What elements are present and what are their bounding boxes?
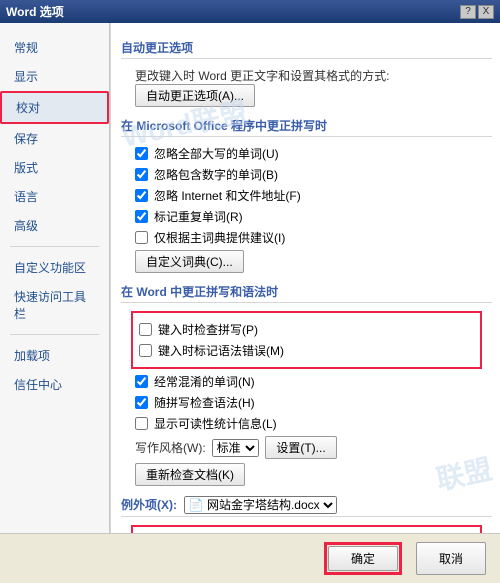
grammar-with-spelling-checkbox[interactable]: [135, 396, 148, 409]
autocorrect-desc: 更改键入时 Word 更正文字和设置其格式的方式:: [135, 67, 389, 84]
writing-style-settings-button[interactable]: 设置(T)...: [265, 436, 336, 459]
writing-style-label: 写作风格(W):: [135, 439, 206, 456]
label: 仅根据主词典提供建议(I): [154, 229, 285, 246]
label: 显示可读性统计信息(L): [154, 415, 277, 432]
section-office-spelling: 在 Microsoft Office 程序中更正拼写时: [121, 117, 492, 137]
footer: 确定 取消: [0, 533, 500, 583]
label: 键入时检查拼写(P): [158, 321, 258, 338]
recheck-document-button[interactable]: 重新检查文档(K): [135, 463, 245, 486]
close-button[interactable]: X: [478, 5, 494, 19]
content-pane: Word联盟 联盟 自动更正选项 更改键入时 Word 更正文字和设置其格式的方…: [110, 23, 500, 533]
cancel-button[interactable]: 取消: [416, 542, 486, 575]
highlight-box-exceptions: 只隐藏此文档中的拼写错误(S) 只隐藏此文档中的语法错误(D): [131, 525, 482, 533]
titlebar: Word 选项 ? X: [0, 0, 500, 23]
sidebar-item-qat[interactable]: 快速访问工具栏: [0, 282, 109, 328]
label: 忽略 Internet 和文件地址(F): [154, 187, 301, 204]
ignore-uppercase-checkbox[interactable]: [135, 147, 148, 160]
sidebar-item-trust-center[interactable]: 信任中心: [0, 370, 109, 399]
exceptions-doc-select[interactable]: 📄 网站金字塔结构.docx: [184, 496, 337, 514]
separator: [10, 246, 99, 247]
sidebar: 常规 显示 校对 保存 版式 语言 高级 自定义功能区 快速访问工具栏 加载项 …: [0, 23, 110, 533]
sidebar-item-general[interactable]: 常规: [0, 33, 109, 62]
flag-repeated-checkbox[interactable]: [135, 210, 148, 223]
main-dict-only-checkbox[interactable]: [135, 231, 148, 244]
sidebar-item-advanced[interactable]: 高级: [0, 211, 109, 240]
ignore-internet-checkbox[interactable]: [135, 189, 148, 202]
ok-button[interactable]: 确定: [328, 546, 398, 571]
sidebar-item-language[interactable]: 语言: [0, 182, 109, 211]
label: 忽略包含数字的单词(B): [154, 166, 278, 183]
custom-dictionaries-button[interactable]: 自定义词典(C)...: [135, 250, 244, 273]
writing-style-select[interactable]: 标准: [212, 439, 259, 457]
check-spelling-typing-checkbox[interactable]: [139, 323, 152, 336]
autocorrect-options-button[interactable]: 自动更正选项(A)...: [135, 84, 255, 107]
ignore-numbers-checkbox[interactable]: [135, 168, 148, 181]
label: 标记重复单词(R): [154, 208, 243, 225]
sidebar-item-save[interactable]: 保存: [0, 124, 109, 153]
sidebar-item-display[interactable]: 显示: [0, 62, 109, 91]
confused-words-checkbox[interactable]: [135, 375, 148, 388]
section-exceptions: 例外项(X): 📄 网站金字塔结构.docx: [121, 496, 492, 517]
label: 忽略全部大写的单词(U): [154, 145, 279, 162]
label: 经常混淆的单词(N): [154, 373, 255, 390]
mark-grammar-typing-checkbox[interactable]: [139, 344, 152, 357]
help-button[interactable]: ?: [460, 5, 476, 19]
readability-stats-checkbox[interactable]: [135, 417, 148, 430]
separator: [10, 334, 99, 335]
section-word-spelling: 在 Word 中更正拼写和语法时: [121, 283, 492, 303]
highlight-box-ok: 确定: [324, 542, 402, 575]
sidebar-item-addins[interactable]: 加载项: [0, 341, 109, 370]
sidebar-item-proofing[interactable]: 校对: [0, 91, 109, 124]
sidebar-item-customize-ribbon[interactable]: 自定义功能区: [0, 253, 109, 282]
highlight-box-spellcheck: 键入时检查拼写(P) 键入时标记语法错误(M): [131, 311, 482, 369]
sidebar-item-layout[interactable]: 版式: [0, 153, 109, 182]
section-autocorrect: 自动更正选项: [121, 39, 492, 59]
window-title: Word 选项: [6, 3, 458, 20]
label: 键入时标记语法错误(M): [158, 342, 284, 359]
label: 随拼写检查语法(H): [154, 394, 255, 411]
